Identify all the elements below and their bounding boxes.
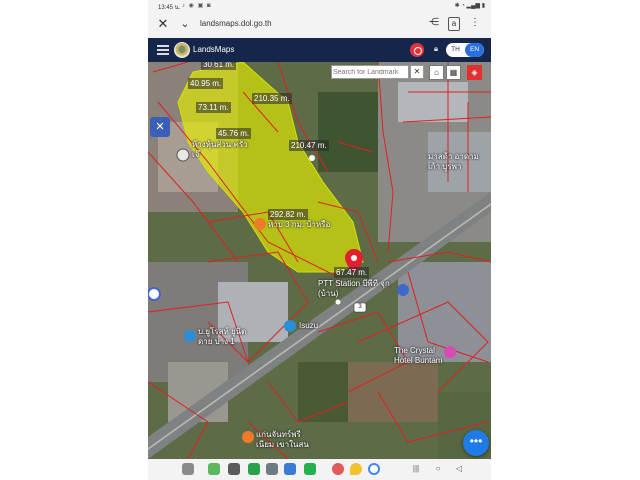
url-bar[interactable]: landsmaps.dol.go.th — [200, 19, 272, 28]
hamburger-menu-icon[interactable] — [157, 45, 169, 55]
poi-label[interactable]: บ.ยูโรสห์ ยูนิตดาย บาง 1 — [198, 327, 258, 347]
distance-label: 73.11 m. — [196, 102, 231, 113]
more-options-button[interactable]: ••• — [463, 430, 489, 456]
app-title: LandsMaps — [193, 45, 235, 54]
browser-toolbar: ✕ ⌄ landsmaps.dol.go.th ⋲ a ⋮ — [148, 12, 491, 38]
poi-label[interactable]: The Crystal Hotel Buntam — [394, 346, 450, 366]
translate-icon[interactable]: a — [448, 17, 460, 31]
android-nav-bar: ||| ○ ◁ — [148, 459, 491, 480]
status-time: 13:45 น. — [158, 5, 181, 11]
poi-label[interactable]: มาสด้า อาดาม เก้า บูรพา — [428, 152, 490, 172]
system-status-icons: ✱ ◔ ▂▄▆ ▮ — [454, 3, 485, 9]
satellite-map — [148, 62, 491, 459]
share-icon[interactable]: ⋲ — [428, 17, 440, 31]
app-icon-maps-green[interactable] — [208, 463, 220, 475]
grid-icon[interactable]: ▦ — [446, 65, 461, 80]
camera-icon[interactable] — [228, 463, 240, 475]
lock-icon[interactable]: 🔒︎ — [431, 44, 441, 56]
home-button-icon[interactable]: ○ — [432, 463, 444, 475]
distance-label: 40.95 m. — [188, 78, 224, 89]
app-logo — [174, 42, 190, 58]
search-input[interactable] — [333, 67, 407, 77]
distance-label: 210.47 m. — [289, 140, 329, 151]
line-app-icon[interactable] — [304, 463, 316, 475]
poi-label[interactable]: แก่นจันทร์พรี เนียม เขาในสน — [256, 430, 316, 450]
recent-apps-icon[interactable]: ||| — [410, 463, 422, 475]
app-icon-green[interactable] — [248, 463, 260, 475]
status-bar: 13:45 น. ♪ ◉ ▣ ◙ ✱ ◔ ▂▄▆ ▮ — [148, 0, 491, 12]
distance-label: 210.35 m. — [252, 93, 292, 104]
app-icon-gray[interactable] — [266, 463, 278, 475]
lang-en-option[interactable]: EN — [465, 43, 484, 57]
chevron-down-icon[interactable]: ⌄ — [178, 17, 192, 31]
apps-grid-icon[interactable] — [182, 463, 194, 475]
language-toggle[interactable]: TH EN — [446, 43, 484, 57]
app-icon-blue[interactable] — [284, 463, 296, 475]
distance-label: 67.47 m. — [334, 267, 370, 278]
more-vertical-icon[interactable]: ⋮ — [470, 17, 480, 31]
poi-label[interactable]: หาบ 3 กม. บ้าหรือ — [268, 220, 330, 230]
record-button[interactable] — [410, 43, 424, 57]
close-icon[interactable]: ✕ — [410, 65, 424, 79]
google-icon[interactable] — [368, 463, 380, 475]
close-icon[interactable]: ✕ — [156, 17, 170, 31]
lang-th-option[interactable]: TH — [446, 43, 465, 57]
phone-screen: 13:45 น. ♪ ◉ ▣ ◙ ✱ ◔ ▂▄▆ ▮ ✕ ⌄ landsmaps… — [148, 0, 491, 480]
poi-label[interactable]: Isuzu — [299, 321, 318, 331]
dots-app-icon[interactable] — [332, 463, 344, 475]
distance-label: 292.82 m. — [268, 209, 308, 220]
highway-shield: 3 — [358, 304, 362, 310]
poi-label[interactable]: ห้างหุ้นส่วน ครัวเจ๊ — [192, 140, 252, 160]
distance-label: 30.61 m. — [201, 62, 237, 70]
back-icon[interactable]: ◁ — [453, 463, 465, 475]
home-icon[interactable]: ⌂ — [429, 65, 444, 80]
layers-icon[interactable]: ◈ — [467, 65, 482, 80]
poi-label[interactable]: PTT Station บีพีที จุก (บ้าน) — [318, 279, 396, 299]
map-view[interactable]: 3 30.61 m. 40.95 m. 73.11 m. 210.35 m. 4… — [148, 62, 491, 459]
app-header: LandsMaps 🔒︎ TH EN — [148, 38, 491, 62]
google-maps-icon[interactable] — [350, 463, 362, 475]
distance-label: 45.76 m. — [216, 128, 252, 139]
notification-icons: ♪ ◉ ▣ ◙ — [182, 3, 212, 9]
landmark-search — [331, 65, 409, 79]
crosshair-icon[interactable]: ✕ — [150, 117, 170, 137]
